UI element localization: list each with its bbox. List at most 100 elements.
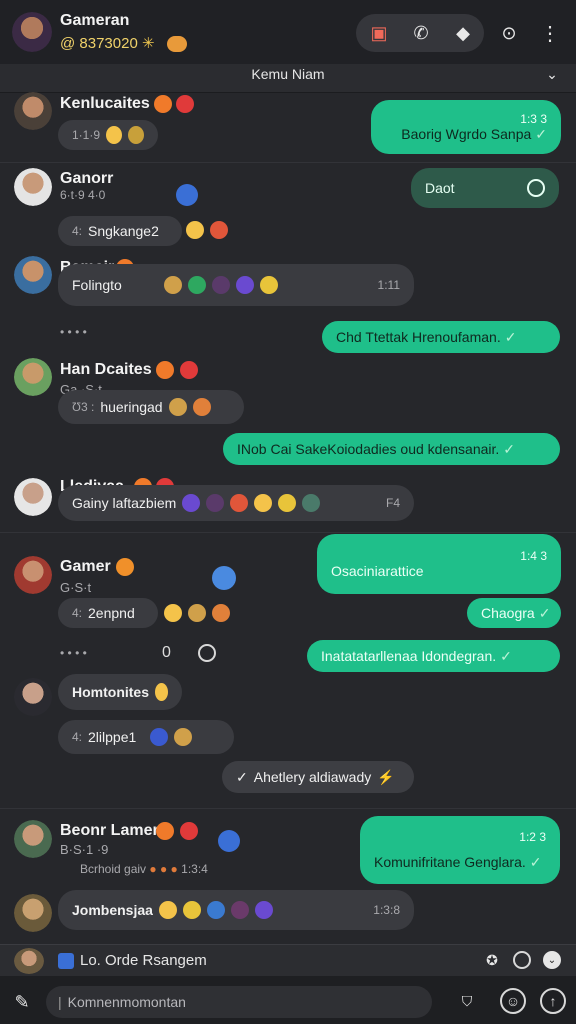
heart-icon xyxy=(180,361,198,379)
alien-icon xyxy=(230,901,249,919)
gallery-icon[interactable]: ⛉ xyxy=(456,990,478,1012)
star-icon xyxy=(254,901,273,919)
avatar[interactable] xyxy=(14,478,52,516)
more-icon[interactable]: ⋮ xyxy=(538,20,562,46)
bolt-icon xyxy=(182,901,201,919)
reaction-bubble[interactable]: 1·1·9 xyxy=(58,120,158,150)
call-icon[interactable]: ✆ xyxy=(408,20,434,46)
sender-name: Beonr Lamer xyxy=(60,822,159,839)
reply-text: 2lilppe1 xyxy=(88,729,137,745)
composer-placeholder: Komnenmomontan xyxy=(67,994,186,1010)
message-time: 1:3:8 xyxy=(373,903,400,917)
chevron-down-icon[interactable]: ⌄ xyxy=(543,951,561,969)
outgoing-message[interactable]: Chaogra ✓ xyxy=(467,598,561,628)
reply-bubble[interactable]: 4: 2lilppe1 xyxy=(58,720,234,754)
message-text: Gainy laftazbiem xyxy=(72,495,177,511)
outgoing-message[interactable]: 1:4 3 Osaciniarattice xyxy=(317,534,561,594)
smile-icon xyxy=(186,221,204,239)
globe-icon xyxy=(302,494,321,512)
avatar[interactable] xyxy=(14,358,52,396)
message-time: 1:11 xyxy=(377,278,400,292)
outgoing-message[interactable]: Inatatatarllenaa Idondegran. ✓ xyxy=(307,640,560,672)
star-icon xyxy=(235,276,254,294)
avatar[interactable] xyxy=(14,556,52,594)
avatar[interactable] xyxy=(14,820,52,858)
avatar[interactable] xyxy=(14,256,52,294)
read-check-icon: ✓ xyxy=(535,125,547,142)
reply-text: Sngkange2 xyxy=(88,223,159,239)
video-icon[interactable]: ◆ xyxy=(450,20,476,46)
heart-icon xyxy=(176,95,194,113)
reply-label[interactable]: Lo. Orde Rsangem xyxy=(80,952,207,969)
burst-icon xyxy=(192,398,211,416)
cursor-icon: | xyxy=(58,994,62,1010)
smile-icon xyxy=(158,901,177,919)
message-text: INob Cai SakeKoiodadies oud kdensanair. xyxy=(237,441,500,457)
reply-bubble[interactable]: 4: 2enpnd xyxy=(58,598,158,628)
message-text: Chd Ttettak Hrenoufaman. xyxy=(336,329,501,345)
fire-icon xyxy=(154,95,172,113)
chevron-down-icon[interactable]: ⌄ xyxy=(542,66,562,82)
sender-name: Han Dcaites xyxy=(60,361,152,378)
avatar[interactable] xyxy=(14,678,52,716)
incoming-message[interactable]: Jombensjaa 1:3:8 xyxy=(58,890,414,930)
profile-name: Gameran xyxy=(60,12,130,29)
message-input[interactable]: | Komnenmomontan xyxy=(46,986,432,1018)
sender-meta: G·S·t xyxy=(60,580,92,595)
outgoing-message[interactable]: 1:3 3 Baorig Wgrdo Sanpa ✓ xyxy=(371,100,561,154)
message-text: Homtonites xyxy=(72,684,149,700)
profile-handle: @ 8373020 xyxy=(60,35,138,52)
reply-bubble[interactable]: Ʊ3 : hueringad xyxy=(58,390,244,424)
message-text: Inatatatarllenaa Idondegran. xyxy=(321,648,497,664)
group-icon xyxy=(212,566,236,590)
cool-icon xyxy=(188,604,206,622)
emoji-icon[interactable]: ☺ xyxy=(500,988,526,1014)
reply-bubble[interactable]: 4: Sngkange2 xyxy=(58,216,182,246)
smile-icon xyxy=(106,126,122,144)
bolt-icon xyxy=(259,276,278,294)
cool-icon xyxy=(163,276,182,294)
sub-text: Bcrhoid gaiv xyxy=(80,862,147,876)
read-check-icon: ✓ xyxy=(504,328,517,345)
reply-text: hueringad xyxy=(100,399,163,415)
pencil-icon[interactable]: ✎ xyxy=(10,990,34,1014)
attach-icon[interactable]: ✪ xyxy=(482,950,502,970)
smile-icon xyxy=(164,604,182,622)
profile-sub: @ 8373020 ✳ xyxy=(60,34,187,53)
read-check-icon: ✓ xyxy=(500,647,512,664)
sender-name: Gamer xyxy=(60,558,111,575)
profile-avatar[interactable] xyxy=(12,12,52,52)
bolt-icon xyxy=(278,494,297,512)
burst-icon xyxy=(230,494,249,512)
heart-icon xyxy=(180,822,198,840)
incoming-message[interactable]: Homtonites xyxy=(58,674,182,710)
outgoing-message[interactable]: Daot xyxy=(411,168,559,208)
sender-meta: B·S·1 ·9 xyxy=(60,842,109,857)
gift-icon[interactable]: ▣ xyxy=(366,20,392,46)
avatar[interactable] xyxy=(14,948,44,974)
outgoing-message[interactable]: Chd Ttettak Hrenoufaman. ✓ xyxy=(322,321,560,353)
reply-prefix: 4: xyxy=(72,606,83,620)
target-icon[interactable]: ⊙ xyxy=(496,20,522,46)
incoming-message[interactable]: Folingto 1:11 xyxy=(58,264,414,306)
camera-icon[interactable] xyxy=(513,951,531,969)
outgoing-message[interactable]: 1:2 3 Komunifritane Genglara. ✓ xyxy=(360,816,560,884)
chat-title[interactable]: Kemu Niam xyxy=(0,66,576,82)
mic-icon[interactable]: ↑ xyxy=(540,988,566,1014)
incoming-message[interactable]: Gainy laftazbiem F4 xyxy=(58,485,414,521)
message-text: Daot xyxy=(425,180,455,196)
count-zero: 0 xyxy=(162,644,171,661)
bolt-icon: ⚡ xyxy=(377,768,395,785)
message-text: Folingto xyxy=(72,277,122,293)
reply-tag-icon xyxy=(58,953,74,969)
outgoing-message[interactable]: INob Cai SakeKoiodadies oud kdensanair. ✓ xyxy=(223,433,560,465)
read-check-icon: ✓ xyxy=(503,440,516,457)
avatar[interactable] xyxy=(14,92,52,130)
avatar[interactable] xyxy=(14,894,52,932)
avatar[interactable] xyxy=(14,168,52,206)
message-time: 1:4 3 xyxy=(520,549,547,563)
sender-name: Ganorr xyxy=(60,170,114,187)
smile-icon xyxy=(254,494,273,512)
message-time: 1:3 3 xyxy=(520,111,547,126)
reply-prefix: 4: xyxy=(72,224,83,238)
